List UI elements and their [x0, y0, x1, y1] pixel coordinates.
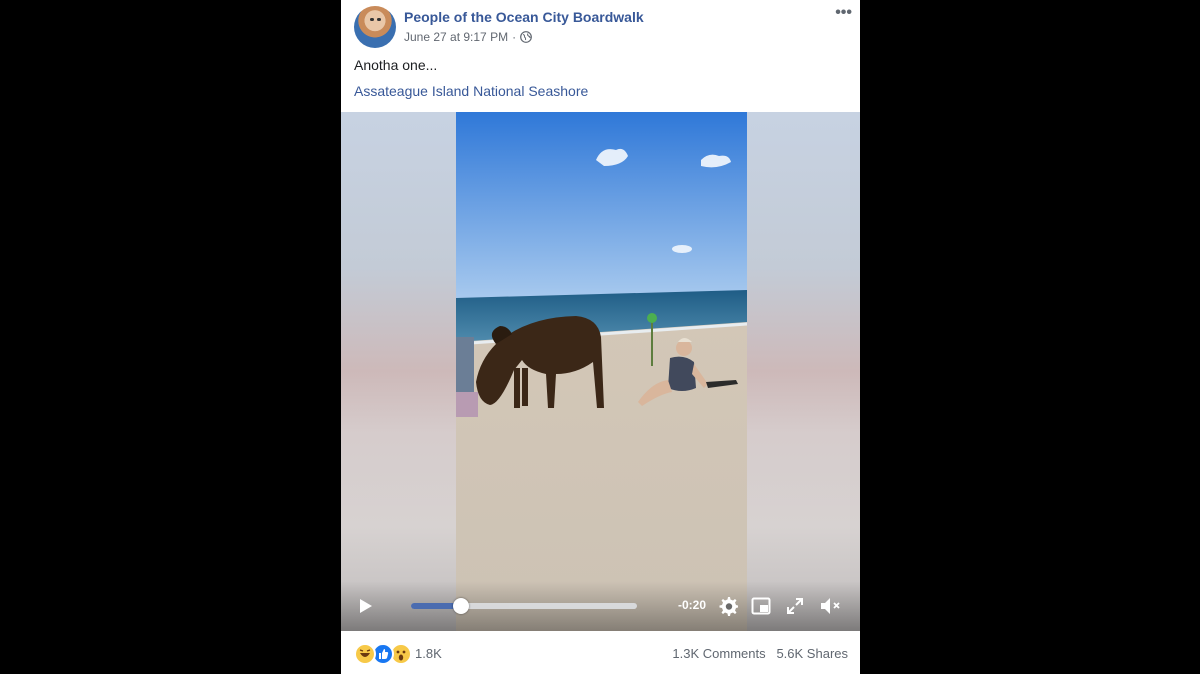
avatar[interactable] — [354, 6, 396, 48]
timestamp-link[interactable]: June 27 at 9:17 PM — [404, 30, 508, 44]
globe-icon[interactable] — [520, 31, 532, 43]
shares-count-link[interactable]: 5.6K Shares — [776, 646, 848, 661]
progress-knob[interactable] — [452, 598, 469, 614]
mute-icon[interactable] — [819, 596, 843, 616]
post-caption: Anotha one... — [354, 57, 438, 73]
video-frame[interactable] — [456, 112, 747, 631]
reaction-count[interactable]: 1.8K — [415, 646, 442, 661]
location-link[interactable]: Assateague Island National Seashore — [354, 83, 588, 99]
video-controls: -0:20 — [341, 581, 860, 631]
meta-separator: · — [512, 30, 517, 44]
video-player[interactable]: -0:20 — [341, 112, 860, 631]
page-name-link[interactable]: People of the Ocean City Boardwalk — [404, 9, 644, 25]
settings-icon[interactable] — [718, 596, 738, 616]
progress-bar[interactable] — [411, 603, 637, 609]
post-card: People of the Ocean City Boardwalk June … — [341, 0, 860, 674]
post-meta: June 27 at 9:17 PM · — [404, 30, 532, 44]
time-remaining: -0:20 — [678, 598, 707, 612]
more-options-button[interactable]: ••• — [835, 4, 852, 22]
video-blur-left — [341, 112, 456, 631]
comments-count-link[interactable]: 1.3K Comments — [672, 646, 765, 661]
fullscreen-icon[interactable] — [785, 596, 805, 616]
pip-icon[interactable] — [751, 596, 771, 616]
post-header: People of the Ocean City Boardwalk June … — [341, 0, 860, 112]
post-footer: 1.8K 1.3K Comments 5.6K Shares — [341, 631, 860, 674]
engagement-stats: 1.3K Comments 5.6K Shares — [672, 646, 848, 661]
video-scene-image — [456, 112, 747, 631]
play-icon[interactable] — [359, 598, 373, 614]
video-blur-right — [747, 112, 860, 631]
haha-reaction-icon — [354, 643, 376, 665]
reaction-icons[interactable] — [354, 643, 412, 665]
